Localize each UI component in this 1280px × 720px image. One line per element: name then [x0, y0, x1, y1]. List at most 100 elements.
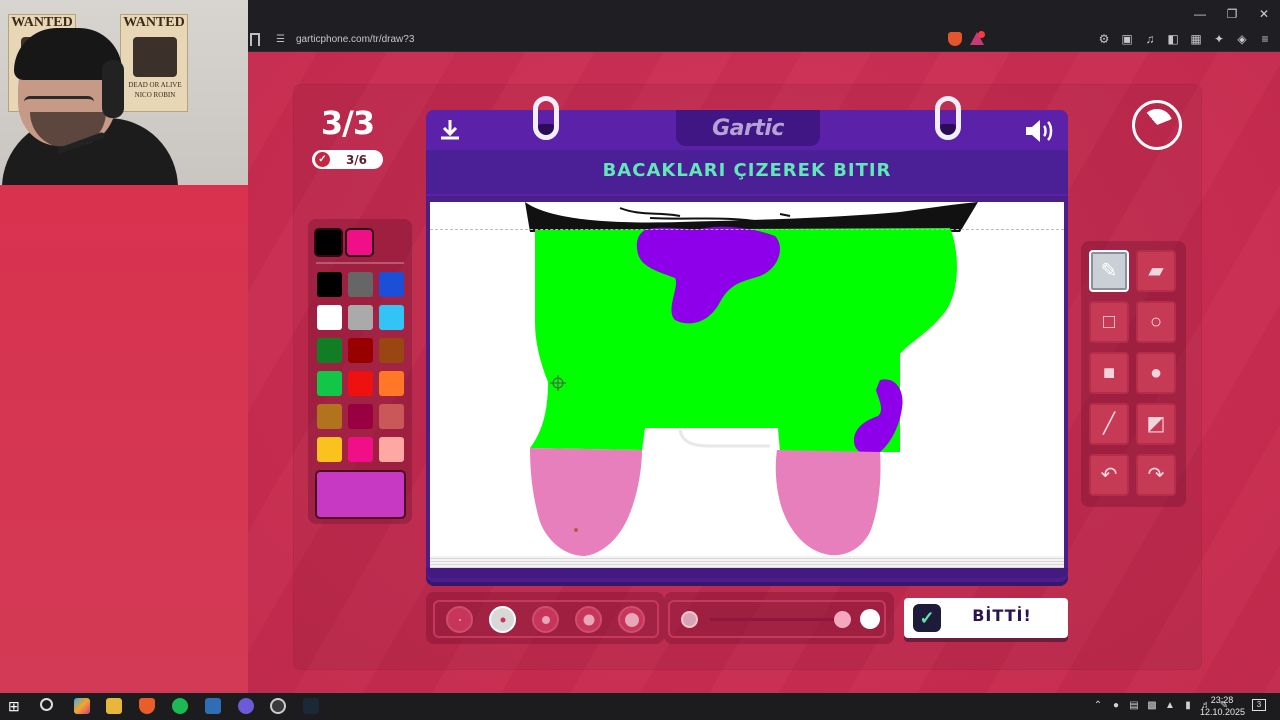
recent-color-swatch[interactable]	[347, 230, 372, 255]
color-swatch[interactable]	[379, 305, 404, 330]
leo-ai-icon[interactable]: ✦	[1212, 32, 1226, 46]
eraser-icon: ▰	[1148, 260, 1164, 282]
color-swatch[interactable]	[348, 371, 373, 396]
recent-colors	[316, 230, 372, 255]
binder-ring-right	[935, 96, 961, 140]
opacity-slider-track[interactable]	[710, 618, 840, 621]
timer-icon	[1132, 100, 1182, 150]
ellipse-outline-tool[interactable]: ○	[1136, 301, 1176, 343]
color-swatch[interactable]	[317, 371, 342, 396]
opacity-max-icon	[860, 609, 880, 629]
color-swatch[interactable]	[379, 371, 404, 396]
redo-icon: ↷	[1147, 464, 1165, 486]
brush-size-option[interactable]	[489, 606, 516, 633]
recent-color-swatch[interactable]	[316, 230, 341, 255]
discord-icon[interactable]	[238, 698, 254, 714]
color-swatch[interactable]	[379, 272, 404, 297]
url-text[interactable]: garticphone.com/tr/draw?3	[296, 34, 414, 45]
brush-size-option[interactable]	[575, 606, 602, 633]
color-swatch[interactable]	[317, 272, 342, 297]
clock-time: 23:28	[1210, 695, 1234, 705]
extensions-icon[interactable]: ⚙	[1097, 32, 1111, 46]
volume-icon[interactable]	[1024, 118, 1056, 149]
bucket-icon: ◩	[1146, 413, 1166, 435]
brave-shields-icon[interactable]	[948, 32, 962, 46]
battery-icon[interactable]: ▮	[1182, 697, 1194, 715]
obs-icon[interactable]	[270, 698, 286, 714]
circle-fill-icon: ●	[1149, 362, 1163, 384]
headset-icon	[102, 60, 124, 118]
restore-icon[interactable]: ❐	[1216, 0, 1248, 28]
eraser-tool[interactable]: ▰	[1136, 250, 1176, 292]
minimize-icon[interactable]: —	[1184, 0, 1216, 28]
drawing-canvas[interactable]	[430, 202, 1064, 556]
brush-size-option[interactable]	[532, 606, 559, 633]
close-icon[interactable]: ✕	[1248, 0, 1280, 28]
system-clock[interactable]: 23:28 12.10.2025	[1200, 694, 1245, 718]
wanted-poster-right: WANTED DEAD OR ALIVE NICO ROBIN	[120, 14, 188, 112]
pencil-icon: ✎	[1100, 260, 1118, 282]
undo-icon: ↶	[1100, 464, 1118, 486]
line-tool[interactable]: ╱	[1089, 403, 1129, 445]
vpn-icon[interactable]: ◈	[1235, 32, 1249, 46]
wallet-icon[interactable]: ▦	[1189, 32, 1203, 46]
app-icon[interactable]	[205, 698, 221, 714]
tray-expand-icon[interactable]: ⌃	[1092, 697, 1104, 715]
copilot-icon[interactable]	[74, 698, 90, 714]
color-swatch[interactable]	[348, 338, 373, 363]
menu-icon[interactable]: ≡	[1258, 32, 1272, 46]
color-swatch[interactable]	[317, 437, 342, 462]
ellipse-fill-tool[interactable]: ●	[1136, 352, 1176, 394]
done-button-label[interactable]: BİTTİ!	[948, 606, 1056, 625]
opacity-slider-handle[interactable]	[833, 611, 851, 628]
circle-outline-icon: ○	[1149, 311, 1163, 333]
canvas-pages	[430, 556, 1064, 568]
custom-color-picker[interactable]	[317, 472, 404, 517]
spotify-icon[interactable]	[172, 698, 188, 714]
color-swatch[interactable]	[379, 437, 404, 462]
steam-icon[interactable]	[303, 698, 319, 714]
color-swatch[interactable]	[348, 272, 373, 297]
search-icon[interactable]	[40, 698, 53, 711]
fill-bucket-tool[interactable]: ◩	[1136, 403, 1176, 445]
download-icon[interactable]	[438, 118, 462, 147]
network-icon[interactable]: ▤	[1128, 697, 1140, 715]
color-swatch[interactable]	[317, 404, 342, 429]
redo-tool[interactable]: ↷	[1136, 454, 1176, 496]
rectangle-fill-tool[interactable]: ■	[1089, 352, 1129, 394]
wifi-icon[interactable]: ▲	[1164, 697, 1176, 715]
color-swatch[interactable]	[379, 404, 404, 429]
screenshot-icon[interactable]: ▣	[1120, 32, 1134, 46]
brush-size-option[interactable]	[446, 606, 473, 633]
display-icon[interactable]: ▩	[1146, 697, 1158, 715]
color-swatch[interactable]	[317, 305, 342, 330]
mic-tray-icon[interactable]: ●	[1110, 697, 1122, 715]
site-settings-icon[interactable]: ☰	[276, 34, 285, 45]
music-icon[interactable]: ♫	[1143, 32, 1157, 46]
color-swatch[interactable]	[348, 404, 373, 429]
brush-size-option[interactable]	[618, 606, 645, 633]
file-explorer-icon[interactable]	[106, 698, 122, 714]
color-swatch[interactable]	[348, 437, 373, 462]
sidebar-icon[interactable]: ◧	[1166, 32, 1180, 46]
gartic-logo: Gartic	[712, 116, 784, 141]
windows-start-icon[interactable]: ⊞	[8, 698, 24, 714]
players-done-count: 3/6	[345, 152, 368, 167]
palette-divider	[316, 262, 404, 264]
pencil-tool[interactable]: ✎	[1089, 250, 1129, 292]
line-icon: ╱	[1102, 413, 1116, 435]
notification-icon[interactable]: 3	[1252, 699, 1266, 711]
bookmark-icon[interactable]	[250, 33, 260, 46]
notification-dot	[978, 31, 985, 38]
players-done-badge: ✓ 3/6	[312, 150, 383, 169]
undo-tool[interactable]: ↶	[1089, 454, 1129, 496]
done-check-icon[interactable]: ✓	[913, 604, 941, 632]
color-swatch[interactable]	[348, 305, 373, 330]
window-controls: — ❐ ✕	[1184, 0, 1280, 28]
round-counter: 3/3	[320, 104, 375, 142]
rectangle-outline-tool[interactable]: □	[1089, 301, 1129, 343]
streamer-glasses	[24, 96, 94, 114]
brave-browser-icon[interactable]	[139, 698, 155, 714]
color-swatch[interactable]	[317, 338, 342, 363]
color-swatch[interactable]	[379, 338, 404, 363]
